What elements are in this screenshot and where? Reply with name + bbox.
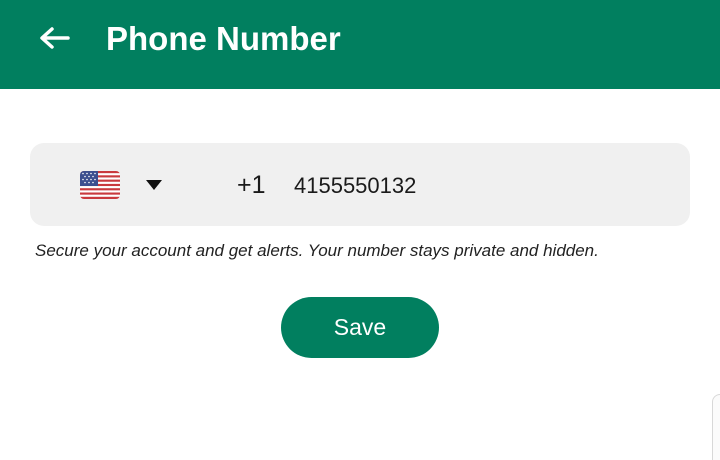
arrow-left-icon bbox=[40, 27, 70, 49]
us-flag-icon bbox=[80, 171, 120, 199]
phone-number-field-group: +1 bbox=[30, 143, 690, 226]
app-bar: Phone Number bbox=[0, 0, 720, 89]
caret-down-icon bbox=[146, 180, 162, 190]
dial-code: +1 bbox=[237, 171, 266, 199]
back-button[interactable] bbox=[32, 22, 76, 58]
save-button[interactable]: Save bbox=[281, 297, 439, 358]
page-title: Phone Number bbox=[106, 20, 341, 57]
scroll-edge bbox=[712, 394, 720, 460]
helper-text: Secure your account and get alerts. Your… bbox=[35, 241, 599, 260]
country-picker[interactable] bbox=[30, 143, 212, 226]
phone-number-input[interactable] bbox=[294, 167, 674, 205]
